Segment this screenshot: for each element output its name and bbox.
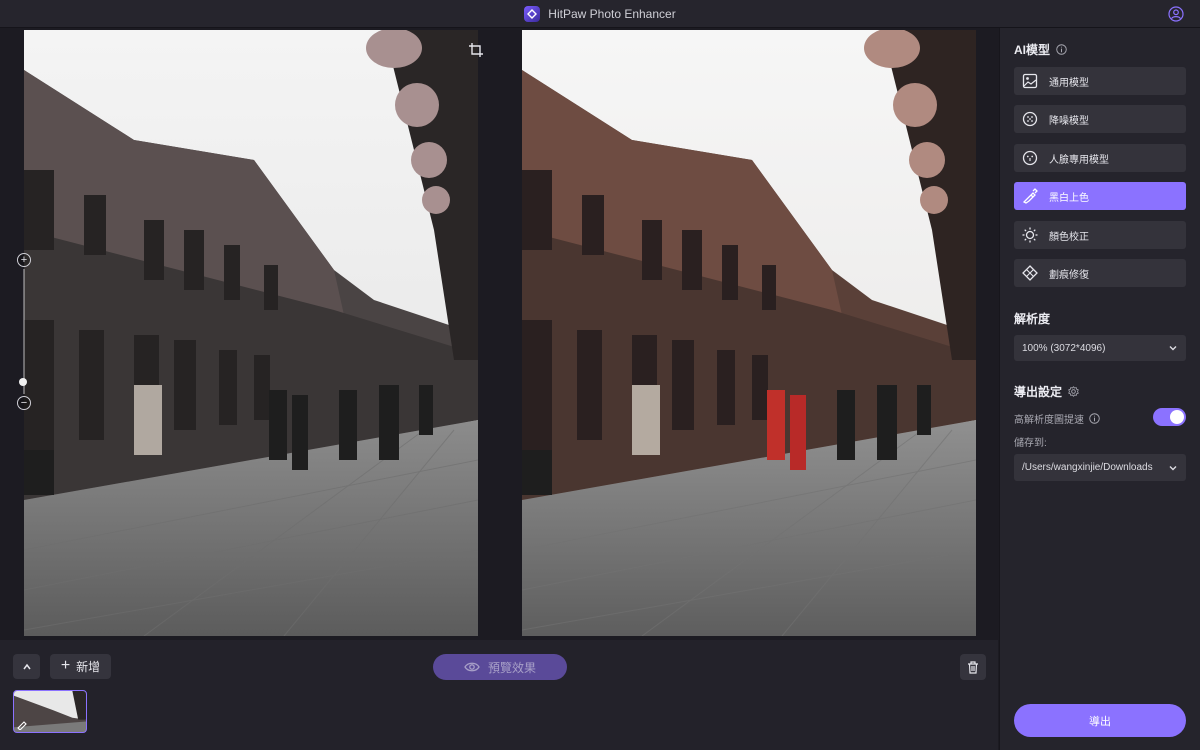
scratch-repair-icon xyxy=(1021,264,1039,282)
colorize-badge-icon xyxy=(16,718,28,730)
crop-icon[interactable] xyxy=(469,43,483,57)
ai-model-section-title: AI模型 xyxy=(1014,41,1067,58)
original-photo xyxy=(24,30,478,636)
app-logo-icon xyxy=(524,6,541,22)
preview-canvas: + − xyxy=(0,28,998,640)
chevron-down-icon xyxy=(1169,346,1177,351)
enhanced-photo xyxy=(522,30,976,636)
zoom-slider-handle[interactable] xyxy=(19,378,27,386)
info-icon[interactable] xyxy=(1056,44,1067,55)
collapse-button[interactable] xyxy=(13,654,40,679)
model-colorize-label: 黑白上色 xyxy=(1049,192,1089,204)
model-color-correct-button[interactable]: 顏色校正 xyxy=(1014,221,1186,249)
denoise-icon xyxy=(1021,110,1039,128)
add-button-label: 新增 xyxy=(76,660,101,674)
settings-gear-icon[interactable] xyxy=(1068,386,1079,397)
bottom-toolbar: + 新增 預覽效果 xyxy=(0,640,998,750)
chevron-up-icon xyxy=(22,663,31,669)
export-settings-section-title: 導出設定 xyxy=(1014,383,1079,400)
image-thumbnail[interactable] xyxy=(13,690,87,733)
resolution-select[interactable]: 100% (3072*4096) xyxy=(1014,335,1186,361)
model-denoise-label: 降噪模型 xyxy=(1049,115,1089,127)
delete-button[interactable] xyxy=(960,654,986,680)
model-scratch-repair-label: 劃痕修復 xyxy=(1049,269,1089,281)
colorize-icon xyxy=(1021,187,1039,205)
resolution-title: 解析度 xyxy=(1014,312,1051,326)
color-correct-icon xyxy=(1021,226,1039,244)
user-account-icon[interactable] xyxy=(1168,6,1184,22)
plus-icon: + xyxy=(60,657,71,674)
settings-panel: AI模型 通用模型 降噪模型 人臉專用模型 黑白上色 顏色校正 劃痕修復 解析度… xyxy=(999,28,1200,750)
model-color-correct-label: 顏色校正 xyxy=(1049,231,1089,243)
resolution-value: 100% (3072*4096) xyxy=(1022,342,1106,354)
hires-accel-label: 高解析度圖提速 xyxy=(1014,415,1084,426)
zoom-out-icon[interactable]: − xyxy=(17,396,31,410)
save-path-select[interactable]: /Users/wangxinjie/Downloads xyxy=(1014,454,1186,481)
model-general-label: 通用模型 xyxy=(1049,77,1089,89)
export-button[interactable]: 導出 xyxy=(1014,704,1186,737)
model-scratch-repair-button[interactable]: 劃痕修復 xyxy=(1014,259,1186,287)
app-title: HitPaw Photo Enhancer xyxy=(548,7,676,21)
eye-icon xyxy=(464,662,480,672)
model-general-button[interactable]: 通用模型 xyxy=(1014,67,1186,95)
preview-button-label: 預覽效果 xyxy=(487,660,536,675)
export-settings-title: 導出設定 xyxy=(1014,385,1063,399)
face-icon xyxy=(1021,149,1039,167)
zoom-slider-track[interactable] xyxy=(23,269,25,394)
trash-icon xyxy=(968,660,978,674)
hires-accel-toggle[interactable] xyxy=(1153,408,1186,426)
info-icon[interactable] xyxy=(1089,413,1100,424)
zoom-in-icon[interactable]: + xyxy=(17,253,31,267)
save-to-label: 儲存到: xyxy=(1014,438,1047,449)
preview-button[interactable]: 預覽效果 xyxy=(433,654,567,680)
model-denoise-button[interactable]: 降噪模型 xyxy=(1014,105,1186,133)
model-face-label: 人臉專用模型 xyxy=(1049,154,1109,166)
chevron-down-icon xyxy=(1169,465,1177,470)
title-group: HitPaw Photo Enhancer xyxy=(0,0,1200,28)
save-path-value: /Users/wangxinjie/Downloads xyxy=(1022,462,1153,473)
model-face-button[interactable]: 人臉專用模型 xyxy=(1014,144,1186,172)
hires-accel-row: 高解析度圖提速 xyxy=(1014,411,1100,426)
add-button[interactable]: + 新增 xyxy=(50,654,111,679)
resolution-section-title: 解析度 xyxy=(1014,310,1050,327)
ai-model-title: AI模型 xyxy=(1014,43,1051,57)
title-bar: HitPaw Photo Enhancer xyxy=(0,0,1200,28)
image-icon xyxy=(1021,72,1039,90)
model-colorize-button[interactable]: 黑白上色 xyxy=(1014,182,1186,210)
toggle-knob xyxy=(1170,410,1184,424)
